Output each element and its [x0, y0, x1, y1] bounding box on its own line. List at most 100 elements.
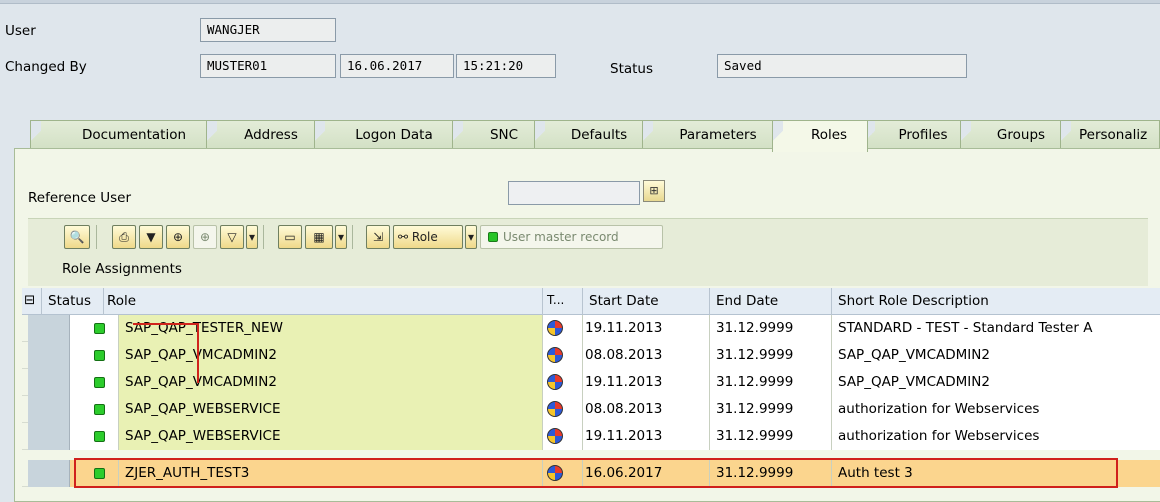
row-selector[interactable] [28, 396, 70, 423]
end-date-cell[interactable]: 31.12.9999 [710, 315, 832, 342]
user-master-record-label: User master record [503, 230, 619, 244]
tab-documentation[interactable]: Documentation [30, 120, 210, 150]
layout-button[interactable]: ▦ [305, 225, 333, 249]
tab-personalization[interactable]: Personaliz [1060, 120, 1160, 150]
user-master-record-button[interactable]: User master record [480, 225, 663, 249]
start-date-cell[interactable]: 19.11.2013 [583, 315, 710, 342]
column-header-description[interactable]: Short Role Description [832, 288, 1160, 315]
type-cell [543, 460, 583, 487]
row-selector[interactable] [28, 315, 70, 342]
end-date-cell[interactable]: 31.12.9999 [710, 369, 832, 396]
roles-toolbar: 🔍 ⎙ ▼ ⊕ ⊕ ▽ ▾ ▭ ▦ ▾ ⇲ ⚯ Role ▾ User mast… [28, 218, 1148, 252]
table-row[interactable]: SAP_QAP_WEBSERVICE 08.08.2013 31.12.9999… [22, 396, 1160, 423]
filter-button[interactable]: ▼ [139, 225, 163, 249]
description-cell: STANDARD - TEST - Standard Tester A [832, 315, 1160, 342]
globe-icon [547, 374, 563, 390]
tab-label: Address [244, 127, 298, 143]
user-label: User [5, 23, 36, 39]
printer-icon: ▭ [284, 230, 296, 244]
globe-icon [547, 465, 563, 481]
start-date-cell[interactable]: 08.08.2013 [583, 396, 710, 423]
column-header-type[interactable]: T... [543, 288, 583, 315]
end-date-cell[interactable]: 31.12.9999 [710, 342, 832, 369]
table-row[interactable]: SAP_QAP_WEBSERVICE 19.11.2013 31.12.9999… [22, 423, 1160, 450]
print-preview-button[interactable]: ▭ [278, 225, 302, 249]
role-dropdown-button[interactable]: ▾ [465, 225, 477, 249]
tab-strip: Documentation Address Logon Data SNC Def… [30, 120, 1160, 152]
tab-address[interactable]: Address [206, 120, 318, 150]
set-filter-button[interactable]: ▽ [220, 225, 244, 249]
type-cell [543, 315, 583, 342]
role-assignments-title: Role Assignments [28, 252, 1148, 286]
start-date-cell[interactable]: 08.08.2013 [583, 342, 710, 369]
tab-label: Logon Data [355, 127, 433, 143]
tab-logon-data[interactable]: Logon Data [314, 120, 456, 150]
annotation-line [133, 323, 197, 325]
column-header-status[interactable]: Status [42, 288, 104, 315]
role-cell[interactable]: SAP_QAP_VMCADMIN2 [119, 369, 543, 396]
changed-date-field[interactable]: 16.06.2017 [340, 54, 454, 78]
role-cell[interactable]: SAP_QAP_VMCADMIN2 [119, 342, 543, 369]
tab-groups[interactable]: Groups [960, 120, 1064, 150]
toolbar-separator [263, 225, 264, 249]
tab-snc[interactable]: SNC [452, 120, 538, 150]
tab-roles[interactable]: Roles [772, 120, 868, 152]
row-selector[interactable] [28, 369, 70, 396]
start-date-cell[interactable]: 19.11.2013 [583, 423, 710, 450]
status-green-icon [94, 404, 105, 415]
find-button[interactable]: ⊕ [166, 225, 190, 249]
role-cell[interactable]: SAP_QAP_WEBSERVICE [119, 423, 543, 450]
status-green-icon [94, 350, 105, 361]
role-button-label: Role [411, 230, 438, 244]
chevron-down-icon: ▾ [467, 230, 475, 244]
tab-profiles[interactable]: Profiles [864, 120, 964, 150]
tab-defaults[interactable]: Defaults [534, 120, 646, 150]
print-button[interactable]: ⎙ [112, 225, 136, 249]
reference-user-lookup-button[interactable]: ⊞ [643, 180, 665, 202]
start-date-cell[interactable]: 16.06.2017 [583, 460, 710, 487]
role-button[interactable]: ⚯ Role [393, 225, 463, 249]
reference-user-input[interactable] [508, 181, 640, 205]
export-button[interactable]: ⇲ [366, 225, 390, 249]
table-row[interactable]: SAP_QAP_VMCADMIN2 19.11.2013 31.12.9999 … [22, 369, 1160, 396]
table-header-row: ⊟ Status Role T... Start Date End Date S… [22, 288, 1160, 315]
changed-by-field[interactable]: MUSTER01 [200, 54, 336, 78]
select-all-button[interactable]: ⊟ [22, 288, 42, 315]
end-date-cell[interactable]: 31.12.9999 [710, 460, 832, 487]
table-row-highlighted[interactable]: ZJER_AUTH_TEST3 16.06.2017 31.12.9999 Au… [22, 460, 1160, 487]
end-date-cell[interactable]: 31.12.9999 [710, 396, 832, 423]
column-header-role[interactable]: Role [104, 288, 543, 315]
role-cell[interactable]: SAP_QAP_WEBSERVICE [119, 396, 543, 423]
row-selector[interactable] [28, 423, 70, 450]
end-date-cell[interactable]: 31.12.9999 [710, 423, 832, 450]
top-border [0, 0, 1160, 4]
role-cell[interactable]: SAP_QAP_TESTER_NEW [119, 315, 543, 342]
tab-label: Profiles [898, 127, 948, 143]
description-cell: authorization for Webservices [832, 396, 1160, 423]
binoculars-next-icon: ⊕ [199, 230, 211, 244]
row-selector[interactable] [28, 460, 70, 487]
column-header-end-date[interactable]: End Date [710, 288, 832, 315]
table-row[interactable]: SAP_QAP_VMCADMIN2 08.08.2013 31.12.9999 … [22, 342, 1160, 369]
tab-label: SNC [489, 127, 519, 143]
status-green-icon [94, 431, 105, 442]
funnel-icon: ▽ [227, 230, 237, 244]
row-selector[interactable] [28, 342, 70, 369]
table-row[interactable]: SAP_QAP_TESTER_NEW 19.11.2013 31.12.9999… [22, 315, 1160, 342]
status-field[interactable]: Saved [717, 54, 967, 78]
filter-dropdown-button[interactable]: ▾ [246, 225, 258, 249]
layout-dropdown-button[interactable]: ▾ [335, 225, 347, 249]
annotation-line [197, 323, 199, 383]
start-date-cell[interactable]: 19.11.2013 [583, 369, 710, 396]
role-cell[interactable]: ZJER_AUTH_TEST3 [119, 460, 543, 487]
column-header-start-date[interactable]: Start Date [583, 288, 710, 315]
user-field[interactable]: WANGJER [200, 18, 336, 42]
find-next-button[interactable]: ⊕ [193, 225, 217, 249]
reference-user-label: Reference User [28, 190, 132, 206]
tab-parameters[interactable]: Parameters [642, 120, 776, 150]
magnifier-icon: 🔍 [69, 230, 85, 244]
status-cell [70, 460, 119, 487]
details-button[interactable]: 🔍 [64, 225, 90, 249]
tab-label: Roles [810, 127, 848, 143]
changed-time-field[interactable]: 15:21:20 [456, 54, 556, 78]
